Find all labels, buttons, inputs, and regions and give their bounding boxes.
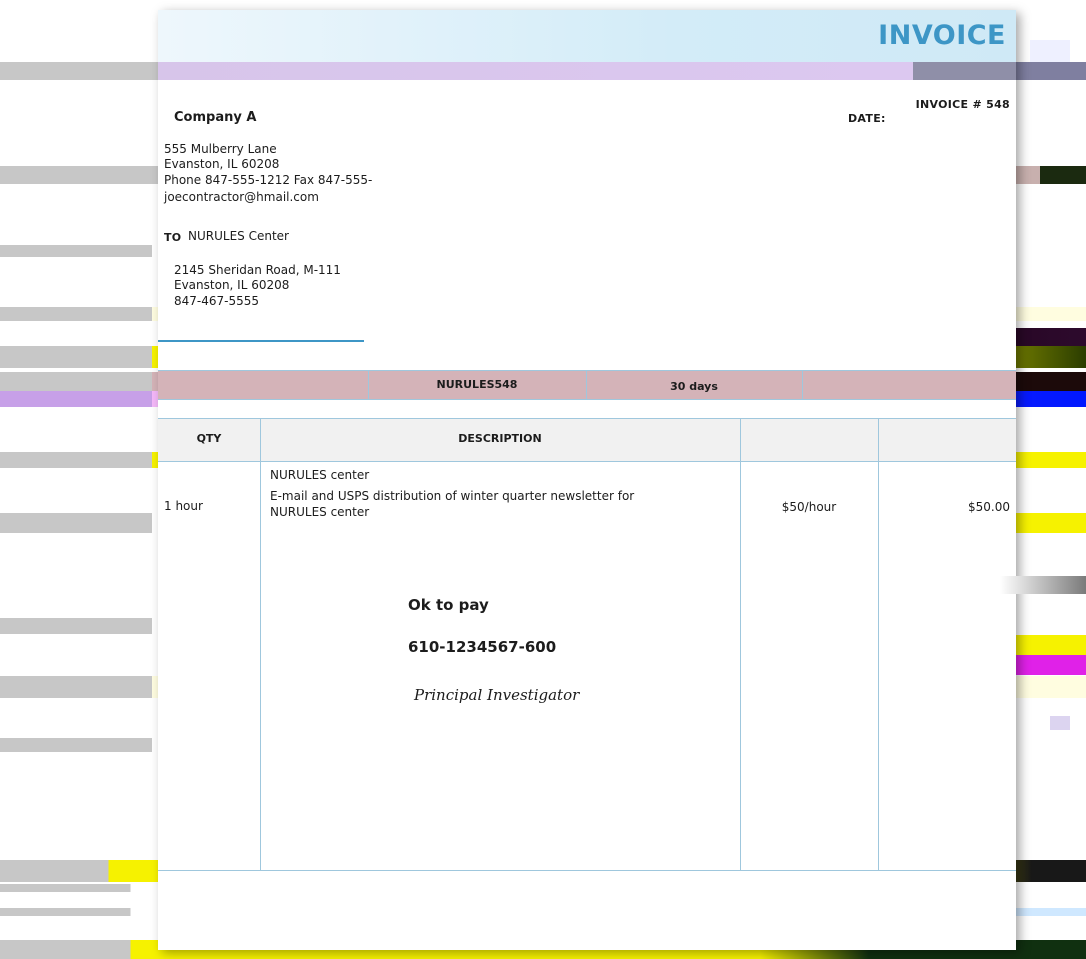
section-divider (158, 340, 364, 342)
scan-artifact-block (1030, 40, 1070, 62)
date-label: DATE: (848, 112, 886, 125)
scan-artifact-block (1050, 716, 1070, 730)
invoice-page: INVOICE INVOICE # 548 DATE: Company A 55… (158, 10, 1016, 950)
order-reference: NURULES548 (436, 378, 518, 391)
items-table-header: QTY DESCRIPTION (158, 418, 1016, 462)
column-divider (878, 419, 879, 461)
recipient-address-line-2: Evanston, IL 60208 (174, 278, 290, 292)
column-divider (260, 462, 261, 870)
scan-artifact-strip (158, 62, 1016, 80)
signature-caption: Principal Investigator (414, 686, 580, 704)
to-label: TO (164, 231, 182, 244)
item-description-continued: NURULES center (270, 505, 370, 519)
item-line-total: $50.00 (968, 500, 1010, 514)
recipient-phone: 847-467-5555 (174, 294, 260, 308)
column-divider (740, 419, 741, 461)
item-unit-price: $50/hour (781, 500, 837, 514)
qty-column-header: QTY (196, 432, 222, 445)
scan-artifact-block (1000, 576, 1086, 594)
company-address-line-1: 555 Mulberry Lane (164, 142, 277, 156)
item-description: E-mail and USPS distribution of winter q… (270, 489, 635, 503)
table-bottom-border (158, 870, 1016, 871)
company-name: Company A (174, 110, 257, 125)
company-email: joecontractor@hmail.com (164, 190, 319, 204)
item-qty: 1 hour (164, 499, 203, 513)
item-description: NURULES center (270, 468, 370, 482)
payment-terms: 30 days (670, 380, 718, 393)
recipient-name: NURULES Center (188, 229, 289, 243)
scan-artifact-block (1040, 166, 1086, 184)
company-address-line-2: Evanston, IL 60208 (164, 157, 280, 171)
invoice-header-band: INVOICE (158, 10, 1016, 62)
company-phone-fax: Phone 847-555-1212 Fax 847-555- (164, 173, 373, 187)
account-number: 610-1234567-600 (408, 638, 557, 656)
description-column-header: DESCRIPTION (458, 432, 542, 445)
column-divider (740, 462, 741, 870)
order-info-row: NURULES548 30 days (158, 370, 1016, 400)
ok-to-pay-text: Ok to pay (408, 596, 489, 614)
invoice-number: INVOICE # 548 (915, 98, 1010, 111)
order-row-divider (802, 371, 803, 399)
recipient-address-line-1: 2145 Sheridan Road, M-111 (174, 263, 341, 277)
column-divider (878, 462, 879, 870)
invoice-title: INVOICE (878, 20, 1006, 51)
